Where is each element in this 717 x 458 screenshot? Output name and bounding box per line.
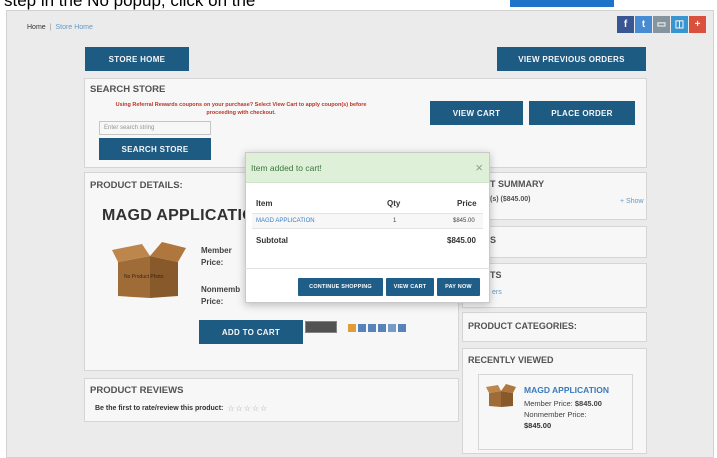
- col-header-qty: Qty: [387, 199, 401, 208]
- col-header-item: Item: [256, 199, 273, 208]
- subtotal-label: Subtotal: [256, 236, 288, 245]
- modal-header: Item added to cart! ×: [246, 153, 489, 183]
- instruction-highlight: [510, 0, 614, 7]
- instruction-text: step in the No popup, click on the: [4, 0, 256, 10]
- cart-line-item[interactable]: MAGD APPLICATION: [256, 218, 315, 224]
- subtotal-value: $845.00: [447, 236, 476, 245]
- modal-view-cart-button[interactable]: VIEW CART: [386, 278, 434, 296]
- cart-line-price: $845.00: [453, 218, 475, 224]
- continue-shopping-button[interactable]: CONTINUE SHOPPING: [298, 278, 383, 296]
- col-header-price: Price: [457, 199, 477, 208]
- pay-now-button[interactable]: PAY NOW: [437, 278, 480, 296]
- modal-title: Item added to cart!: [251, 163, 322, 173]
- close-icon[interactable]: ×: [475, 161, 483, 174]
- cart-line-qty: 1: [393, 218, 397, 224]
- instruction-strip: step in the No popup, click on the: [0, 0, 717, 10]
- modal-divider: [245, 268, 490, 269]
